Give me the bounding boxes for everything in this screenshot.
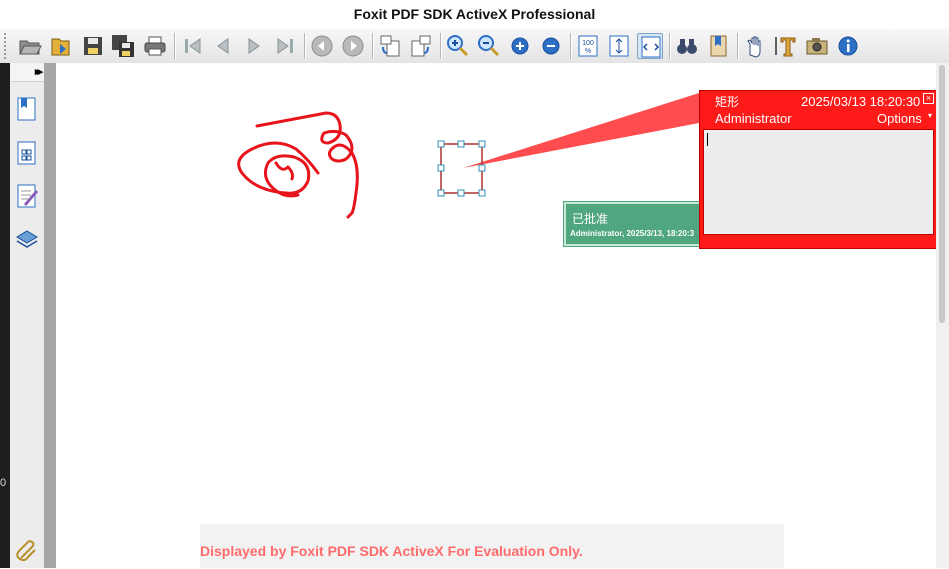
rotate-left-button[interactable]	[377, 33, 403, 59]
page-gutter	[44, 63, 56, 568]
info-icon	[838, 36, 858, 56]
forward-button[interactable]	[340, 33, 366, 59]
printer-icon	[144, 36, 166, 56]
next-page-button[interactable]	[241, 33, 267, 59]
layers-panel-icon	[16, 230, 38, 248]
popup-date: 2025/03/13 18:20:30	[801, 94, 921, 109]
rectangle-annotation[interactable]	[440, 143, 483, 194]
print-button[interactable]	[142, 33, 168, 59]
fit-width-icon	[641, 36, 661, 58]
snapshot-button[interactable]	[804, 33, 830, 59]
about-button[interactable]	[835, 33, 861, 59]
forward-circle-icon	[342, 35, 364, 57]
popup-title: 矩形	[715, 95, 740, 109]
sidebar-attachments[interactable]	[15, 538, 39, 569]
previous-page-icon	[217, 38, 229, 54]
popup-options-menu[interactable]: Options	[877, 111, 922, 126]
actual-size-button[interactable]: 100%	[575, 33, 601, 59]
fit-width-button[interactable]	[637, 33, 663, 59]
scrollbar-thumb[interactable]	[939, 65, 945, 323]
navigation-sidebar: ▸▸	[10, 63, 45, 568]
rotate-left-icon	[380, 35, 400, 57]
fit-page-button[interactable]	[606, 33, 632, 59]
popup-author: Administrator	[715, 111, 792, 126]
first-page-button[interactable]	[180, 33, 206, 59]
save-as-button[interactable]	[110, 33, 136, 59]
evaluation-watermark: Displayed by Foxit PDF SDK ActiveX For E…	[200, 543, 583, 559]
annotations-panel-icon	[17, 184, 38, 208]
ink-annotation[interactable]	[237, 111, 359, 219]
previous-page-button[interactable]	[210, 33, 236, 59]
sidebar-layers[interactable]	[15, 227, 39, 258]
save-button[interactable]	[80, 33, 106, 59]
annotation-popup[interactable]: 矩形 2025/03/13 18:20:30 × Administrator O…	[699, 90, 938, 249]
text-select-button[interactable]	[773, 33, 799, 59]
bookmarks-panel-icon	[17, 97, 36, 121]
first-page-icon	[185, 38, 201, 54]
zoom-in-magnifier-icon	[447, 35, 469, 57]
binoculars-icon	[677, 39, 697, 54]
expand-sidebar-button[interactable]: ▸▸	[35, 65, 43, 78]
window-title: Foxit PDF SDK ActiveX Professional	[0, 0, 949, 29]
floppy-icon	[84, 37, 102, 55]
zoom-in-tool-button[interactable]	[445, 33, 471, 59]
chevron-down-icon[interactable]: ▾	[928, 111, 932, 120]
main-toolbar: 100%	[0, 29, 949, 64]
bookmark-icon	[710, 35, 727, 57]
last-page-button[interactable]	[272, 33, 298, 59]
zoom-out-button[interactable]	[538, 33, 564, 59]
left-edge-strip: 0	[0, 63, 10, 568]
rotate-right-button[interactable]	[408, 33, 434, 59]
hand-tool-button[interactable]	[742, 33, 768, 59]
zoom-in-button[interactable]	[507, 33, 533, 59]
zoom-out-icon	[542, 37, 560, 55]
toolbar-grip[interactable]	[4, 33, 10, 59]
bookmark-button[interactable]	[705, 33, 731, 59]
approved-stamp[interactable]: 已批准 Administrator, 2025/3/13, 18:20:3	[563, 201, 705, 247]
text-select-icon	[775, 37, 796, 57]
left-edge-number: 0	[0, 477, 7, 489]
rotate-right-icon	[411, 35, 431, 57]
open-url-button[interactable]	[48, 33, 74, 59]
sidebar-annotations[interactable]	[15, 183, 39, 214]
text-caret	[707, 133, 708, 146]
paperclip-icon	[16, 540, 36, 562]
stamp-subtitle: Administrator, 2025/3/13, 18:20:3	[570, 229, 695, 238]
last-page-icon	[277, 38, 293, 54]
zoom-in-icon	[511, 37, 529, 55]
folder-open-icon	[19, 40, 42, 55]
sidebar-thumbnails[interactable]	[15, 140, 39, 171]
actual-size-icon: 100%	[578, 35, 598, 57]
stamp-title: 已批准	[572, 212, 609, 226]
open-file-button[interactable]	[17, 33, 43, 59]
back-button[interactable]	[309, 33, 335, 59]
thumbnails-panel-icon	[17, 141, 36, 165]
next-page-icon	[248, 38, 260, 54]
floppy-multi-icon	[112, 35, 134, 57]
zoom-out-magnifier-icon	[478, 35, 500, 57]
folder-arrow-icon	[51, 38, 70, 56]
hand-icon	[747, 36, 761, 58]
back-circle-icon	[311, 35, 333, 57]
sidebar-bookmarks[interactable]	[15, 96, 39, 127]
vertical-scrollbar[interactable]	[936, 63, 949, 568]
popup-connector	[463, 93, 699, 168]
selection-handles[interactable]	[437, 140, 486, 197]
sidebar-header: ▸▸	[10, 63, 44, 82]
camera-icon	[806, 38, 828, 55]
actual-size-label: 100	[582, 40, 594, 47]
find-button[interactable]	[674, 33, 700, 59]
fit-page-icon	[609, 35, 629, 57]
popup-comment-textarea[interactable]	[703, 129, 934, 235]
svg-text:%: %	[585, 48, 591, 55]
zoom-out-tool-button[interactable]	[476, 33, 502, 59]
popup-close-button[interactable]: ×	[923, 93, 934, 104]
